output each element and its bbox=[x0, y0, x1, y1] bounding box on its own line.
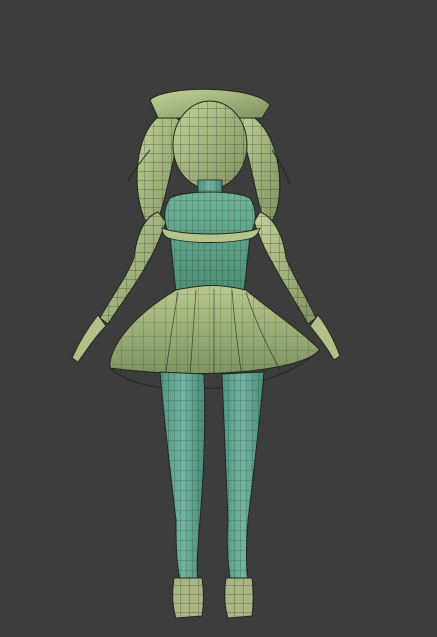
right-leg bbox=[221, 371, 265, 581]
left-shoe bbox=[172, 577, 204, 619]
model-render[interactable] bbox=[0, 0, 437, 637]
right-shoe bbox=[224, 577, 254, 619]
bodice bbox=[161, 191, 261, 293]
3d-viewport[interactable] bbox=[0, 0, 437, 637]
left-leg bbox=[159, 371, 206, 581]
skirt bbox=[109, 285, 321, 389]
